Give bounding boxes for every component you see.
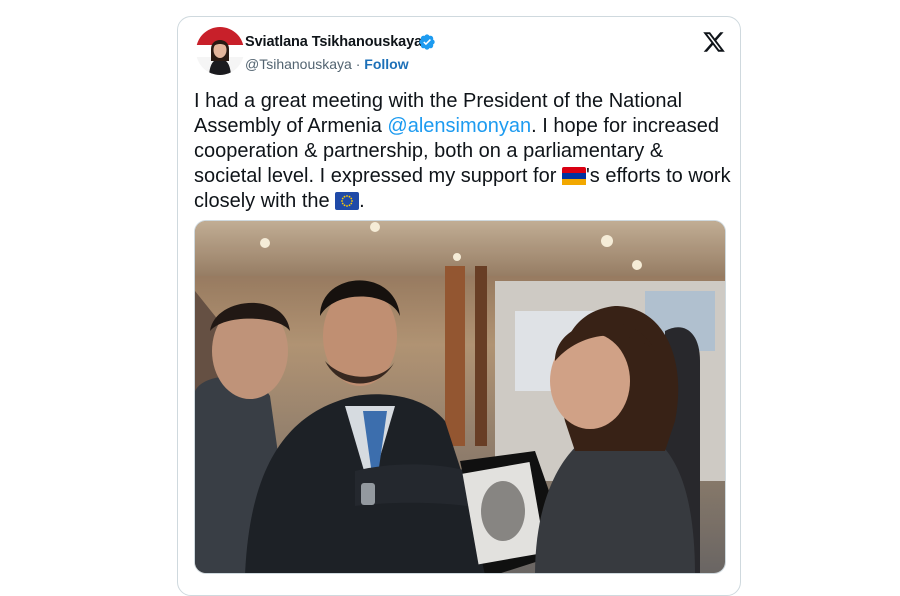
- armenia-flag-icon: [561, 167, 586, 185]
- author-handle-row: @Tsihanouskaya · Follow: [245, 56, 409, 72]
- x-logo-icon[interactable]: [702, 30, 726, 54]
- tweet-photo[interactable]: [194, 220, 726, 574]
- author-handle[interactable]: @Tsihanouskaya: [245, 56, 352, 72]
- author-display-name[interactable]: Sviatlana Tsikhanouskaya: [245, 34, 422, 50]
- avatar[interactable]: [196, 27, 244, 75]
- tweet-card: Sviatlana Tsikhanouskaya @Tsihanouskaya …: [177, 16, 741, 596]
- follow-button[interactable]: Follow: [364, 56, 408, 72]
- separator: ·: [355, 56, 361, 72]
- verified-badge-icon: [419, 34, 435, 50]
- tweet-text: I had a great meeting with the President…: [194, 89, 734, 214]
- tweet-text-part4: .: [359, 190, 365, 212]
- eu-flag-icon: [335, 192, 360, 210]
- mention-link[interactable]: @alensimonyan: [387, 115, 531, 137]
